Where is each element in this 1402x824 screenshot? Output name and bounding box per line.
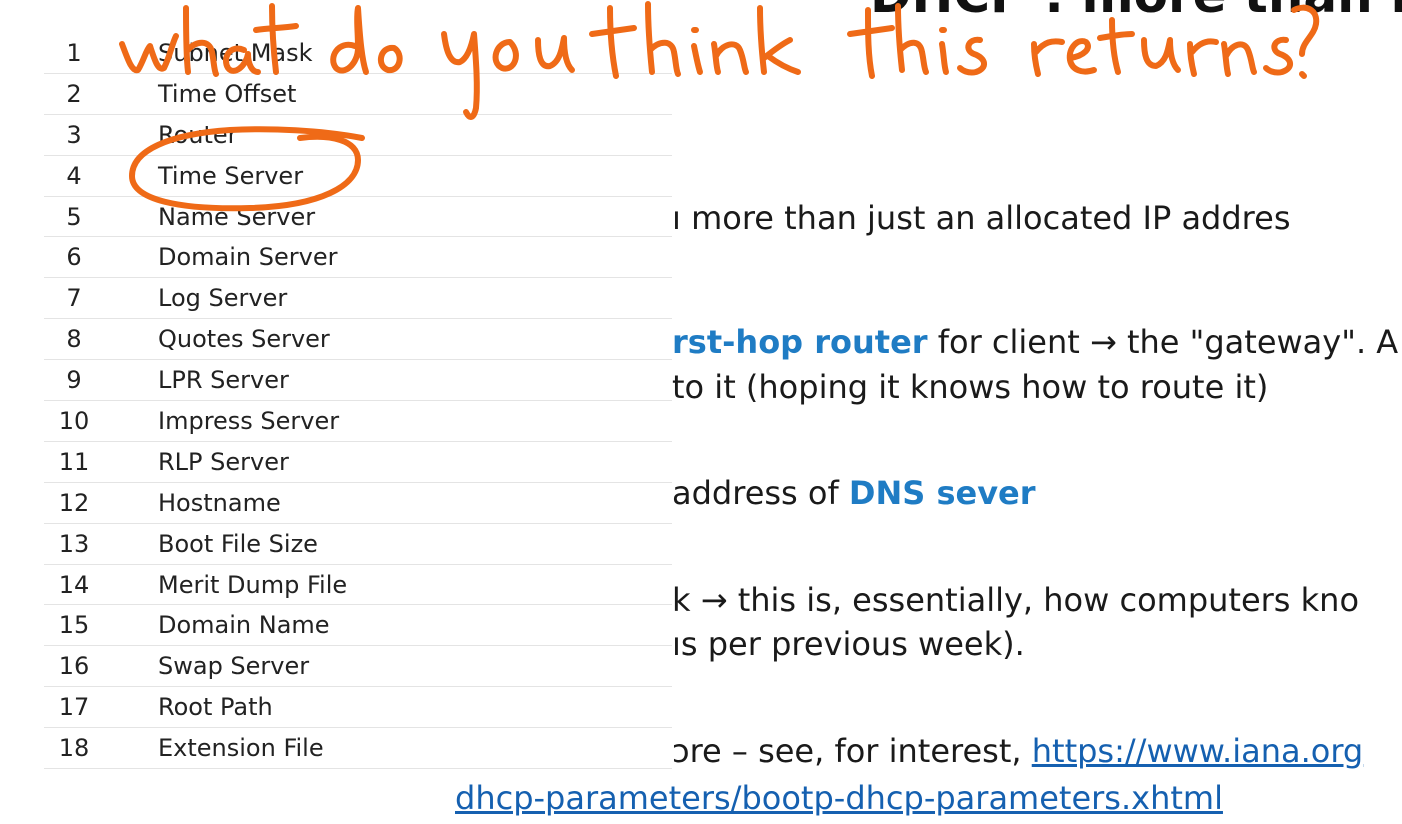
option-number: 13 xyxy=(58,529,90,558)
table-row: 3 Router xyxy=(44,115,672,156)
option-number: 9 xyxy=(66,366,82,395)
slide-line-3: to it (hoping it knows how to route it) xyxy=(672,368,1269,406)
dhcp-options-table: 1 Subnet Mask 2 Time Offset 3 Router 4 Time Ser… xyxy=(44,33,672,770)
option-number: 5 xyxy=(66,202,82,231)
table-row: 18 Extension File xyxy=(44,728,672,770)
option-number: 10 xyxy=(58,406,90,435)
table-row: 9 LPR Server xyxy=(44,360,672,402)
option-number: 12 xyxy=(58,488,90,517)
table-row: 8 Quotes Server xyxy=(44,319,672,361)
slide-line-2-rest: for client → the "gateway". A xyxy=(927,323,1399,361)
option-number: 6 xyxy=(66,243,82,272)
table-row: 6 Domain Server xyxy=(44,237,672,279)
table-row: 11 RLP Server xyxy=(44,442,672,483)
option-name: Root Path xyxy=(158,693,273,722)
option-number: 14 xyxy=(58,570,90,599)
dns-server-term: DNS sever xyxy=(848,474,1036,512)
slide-line-7-text: ɔre – see, for interest, xyxy=(672,732,1032,770)
table-row: 15 Domain Name xyxy=(44,605,672,647)
option-name: RLP Server xyxy=(158,447,289,476)
option-number: 18 xyxy=(58,734,90,763)
option-number: 1 xyxy=(66,38,82,67)
option-name: Swap Server xyxy=(158,652,310,681)
slide-line-1: ı more than just an allocated IP addres xyxy=(672,199,1291,237)
option-name: Router xyxy=(158,120,238,149)
option-name: Time Offset xyxy=(158,79,297,108)
slide-title: DHCP : more than I xyxy=(870,0,1402,24)
option-name: Boot File Size xyxy=(158,529,318,558)
option-name: Merit Dump File xyxy=(158,570,348,599)
slide-line-7: ɔre – see, for interest, https://www.ian… xyxy=(672,731,1363,771)
iana-link[interactable]: https://www.iana.org xyxy=(1032,732,1364,770)
option-number: 8 xyxy=(66,325,82,354)
iana-link-continued[interactable]: dhcp-parameters/bootp-dhcp-parameters.xh… xyxy=(455,778,1223,818)
table-row: 5 Name Server xyxy=(44,197,672,238)
slide-line-6: ıs per previous week). xyxy=(672,625,1025,663)
option-number: 16 xyxy=(58,652,90,681)
iana-link-path[interactable]: dhcp-parameters/bootp-dhcp-parameters.xh… xyxy=(455,779,1223,817)
option-number: 15 xyxy=(58,611,90,640)
table-row: 12 Hostname xyxy=(44,483,672,524)
option-name: Log Server xyxy=(158,284,288,313)
option-number: 3 xyxy=(66,120,82,149)
table-row: 7 Log Server xyxy=(44,278,672,320)
option-name: Domain Server xyxy=(158,243,338,272)
option-number: 17 xyxy=(58,693,90,722)
option-number: 11 xyxy=(58,447,90,476)
option-name: Quotes Server xyxy=(158,325,330,354)
option-name: Time Server xyxy=(158,161,304,190)
slide-line-4-text: address of xyxy=(672,474,849,512)
table-row: 2 Time Offset xyxy=(44,74,672,115)
table-row: 16 Swap Server xyxy=(44,646,672,688)
table-row: 4 Time Server xyxy=(44,156,672,197)
option-name: Name Server xyxy=(158,202,316,231)
option-name: Subnet Mask xyxy=(158,38,313,67)
table-row: 17 Root Path xyxy=(44,687,672,729)
table-row: 14 Merit Dump File xyxy=(44,565,672,606)
option-name: Impress Server xyxy=(158,406,340,435)
option-number: 4 xyxy=(66,161,82,190)
option-number: 2 xyxy=(66,79,82,108)
slide-line-4: address of DNS sever xyxy=(672,473,1036,513)
option-number: 7 xyxy=(66,284,82,313)
option-name: LPR Server xyxy=(158,366,289,395)
slide-line-2: rst-hop router for client → the "gateway… xyxy=(672,322,1398,362)
first-hop-router-term: rst-hop router xyxy=(672,323,928,361)
option-name: Extension File xyxy=(158,734,324,763)
option-name: Domain Name xyxy=(158,611,330,640)
table-row: 10 Impress Server xyxy=(44,401,672,442)
option-name: Hostname xyxy=(158,488,281,517)
slide-line-5: k → this is, essentially, how computers … xyxy=(672,581,1360,619)
table-row: 13 Boot File Size xyxy=(44,524,672,565)
table-row: 1 Subnet Mask xyxy=(44,33,672,74)
